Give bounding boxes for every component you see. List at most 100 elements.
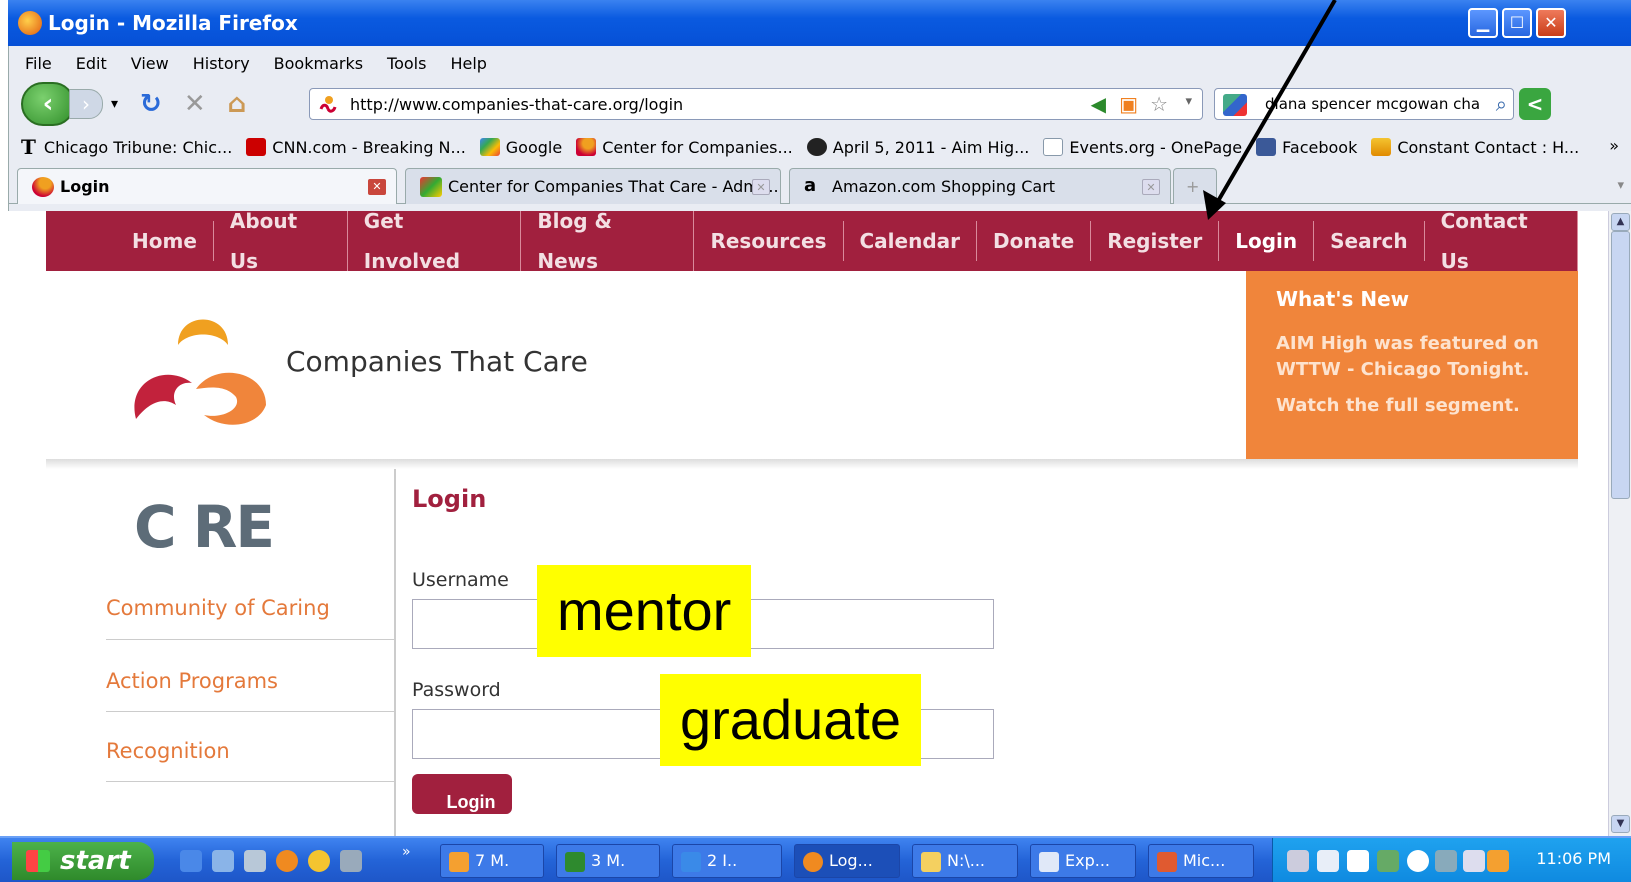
stop-icon[interactable]: ✕ [184,89,206,119]
quicklaunch-firefox-icon[interactable] [276,850,298,872]
quicklaunch-app-icon[interactable] [308,850,330,872]
tray-help-icon[interactable] [1347,850,1369,872]
tray-outlook-icon[interactable] [1487,850,1509,872]
sidebar-link-recognition[interactable]: Recognition [106,739,396,782]
address-bar[interactable]: http://www.companies-that-care.org/login… [309,88,1203,120]
search-engine-icon[interactable] [1223,94,1247,116]
history-dropdown-icon[interactable]: ▾ [111,96,118,112]
taskbar-item-ie[interactable]: 2 I.. [672,844,782,878]
aim-icon [806,138,827,156]
companies-that-care-logo[interactable] [126,301,276,431]
bookmark-star-icon[interactable]: ☆ [1150,92,1168,116]
scroll-down-icon[interactable]: ▼ [1611,815,1630,833]
bookmark-cnn[interactable]: CNN.com - Breaking N... [246,138,466,157]
taskbar-item-mic[interactable]: Mic... [1148,844,1254,878]
back-button[interactable]: ‹ [21,82,75,126]
home-icon[interactable]: ⌂ [228,89,247,119]
nav-login[interactable]: Login [1219,221,1315,261]
whats-new-line[interactable]: AIM High was featured on [1276,331,1548,357]
nav-donate[interactable]: Donate [977,221,1092,261]
nav-calendar[interactable]: Calendar [844,221,978,261]
amazon-favicon-icon: a [804,174,817,196]
bookmark-label: Constant Contact : H... [1397,137,1580,157]
taskbar-item-firefox[interactable]: Log... [794,844,900,878]
login-button[interactable]: Login [412,774,512,814]
taskbar-item-outlook[interactable]: 7 M. [440,844,544,878]
reload-icon[interactable]: ↻ [140,89,162,119]
maximize-icon: ☐ [1509,13,1525,32]
bookmark-aim-high[interactable]: April 5, 2011 - Aim Hig... [806,138,1029,157]
watch-segment-link[interactable]: Watch the full segment. [1276,393,1548,419]
tray-pen-icon[interactable] [1287,850,1309,872]
new-tab-button[interactable]: + [1173,168,1217,204]
window-title-bar: Login - Mozilla Firefox ▁ ☐ ✕ [8,0,1631,46]
minimize-icon: ▁ [1476,13,1490,32]
site-navigation: Home About Us Get Involved Blog & News R… [46,211,1578,281]
tab-amazon-cart[interactable]: a Amazon.com Shopping Cart ✕ [789,168,1171,204]
menu-file[interactable]: File [25,54,52,73]
bookmarks-overflow-button[interactable]: » [1609,136,1619,155]
system-clock[interactable]: 11:06 PM [1536,849,1611,868]
scroll-thumb[interactable] [1611,231,1630,499]
menu-tools[interactable]: Tools [387,54,426,73]
username-label: Username [412,569,509,591]
minimize-button[interactable]: ▁ [1468,8,1498,38]
addon-share-button[interactable]: < [1519,88,1551,120]
close-tab-icon[interactable]: ✕ [1142,179,1160,195]
plus-icon: + [1186,177,1200,196]
excel-icon [565,852,585,872]
tab-list-dropdown-icon[interactable]: ▾ [1617,178,1624,193]
quicklaunch-ie-icon[interactable] [180,850,202,872]
taskbar-item-excel[interactable]: 3 M. [556,844,660,878]
menu-bookmarks[interactable]: Bookmarks [274,54,363,73]
close-tab-icon[interactable]: ✕ [368,179,386,195]
share-addon-icon: < [1526,92,1544,116]
rss-feed-icon[interactable]: ▣ [1119,92,1138,116]
search-icon[interactable]: ⌕ [1495,92,1507,116]
bookmark-events-org[interactable]: Events.org - OnePage [1043,138,1242,157]
nav-home[interactable]: Home [116,221,214,261]
nav-search[interactable]: Search [1314,221,1425,261]
taskbar-item-explorer[interactable]: N:\... [912,844,1018,878]
sidebar-link-action-programs[interactable]: Action Programs [106,669,396,712]
tray-expand-icon[interactable] [1407,850,1429,872]
tray-monitor-icon[interactable] [1435,850,1457,872]
start-button[interactable]: start [12,842,154,880]
quicklaunch-overflow-icon[interactable]: » [402,844,411,860]
bookmark-google[interactable]: Google [479,137,563,157]
close-tab-icon[interactable]: ✕ [752,179,770,195]
folder-icon [921,852,941,872]
scroll-up-icon[interactable]: ▲ [1611,213,1630,231]
whats-new-line[interactable]: WTTW - Chicago Tonight. [1276,357,1548,383]
sidebar-link-community-of-caring[interactable]: Community of Caring [106,595,396,640]
bookmark-label: Google [505,137,563,157]
url-dropdown-icon[interactable]: ▾ [1185,94,1192,109]
menu-view[interactable]: View [131,54,169,73]
taskbar-item-word[interactable]: Exp... [1030,844,1136,878]
bookmark-chicago-tribune[interactable]: T Chicago Tribune: Chic... [21,135,232,159]
nav-register[interactable]: Register [1091,221,1220,261]
tray-volume-icon[interactable] [1463,850,1485,872]
bookmark-center-for-companies[interactable]: Center for Companies... [576,138,793,157]
nav-resources[interactable]: Resources [694,221,844,261]
menu-edit[interactable]: Edit [76,54,107,73]
page-scrollbar[interactable]: ▲ ▼ [1608,211,1631,836]
close-button[interactable]: ✕ [1536,8,1566,38]
tab-ctc-admin[interactable]: Center for Companies That Care - Admi...… [405,168,781,204]
tab-login[interactable]: Login ✕ [17,168,397,204]
tray-network-icon[interactable] [1377,850,1399,872]
search-box[interactable]: diana spencer mcgowan cha ⌕ [1214,88,1514,120]
tray-keyboard-icon[interactable] [1317,850,1339,872]
menu-help[interactable]: Help [450,54,486,73]
bookmark-facebook[interactable]: Facebook [1256,138,1357,157]
forward-button[interactable]: › [69,89,103,119]
bookmark-constant-contact[interactable]: Constant Contact : H... [1371,138,1579,157]
menu-history[interactable]: History [193,54,250,73]
quicklaunch-desktop-icon[interactable] [212,850,234,872]
maximize-button[interactable]: ☐ [1502,8,1532,38]
window-title: Login - Mozilla Firefox [48,11,298,35]
quicklaunch-tool-icon[interactable] [340,850,362,872]
quicklaunch-media-icon[interactable] [244,850,266,872]
site-header: Companies That Care What's New AIM High … [46,271,1578,459]
share-icon[interactable]: ◀ [1091,92,1106,116]
